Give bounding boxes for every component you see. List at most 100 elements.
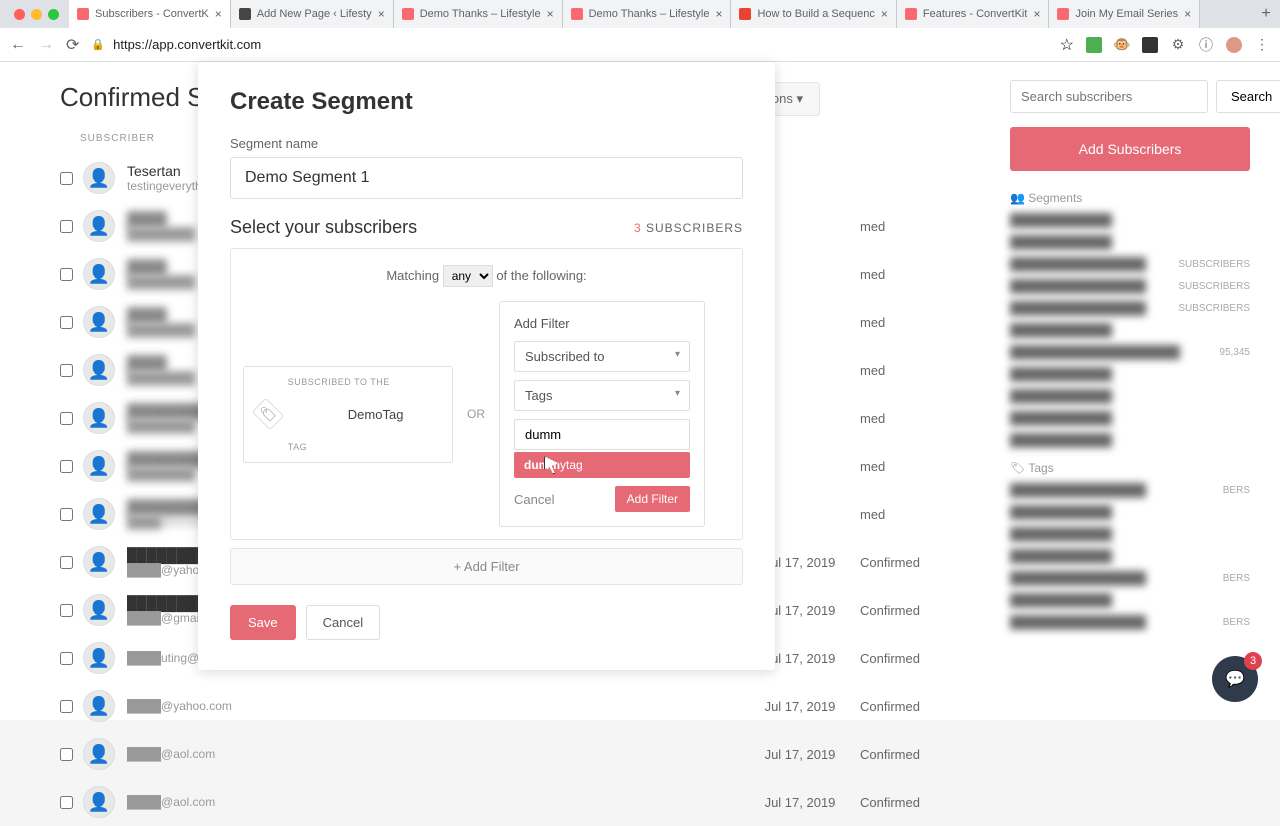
tab-title: Demo Thanks – Lifestyle bbox=[589, 8, 710, 20]
subscriber-status: med bbox=[860, 315, 960, 330]
search-input[interactable] bbox=[1010, 80, 1208, 113]
browser-tab[interactable]: How to Build a Sequenc × bbox=[731, 0, 896, 28]
reload-icon[interactable]: ⟳ bbox=[66, 35, 79, 55]
popover-cancel-button[interactable]: Cancel bbox=[514, 492, 554, 507]
browser-tab-strip: Subscribers - ConvertK×Add New Page ‹ Li… bbox=[0, 0, 1280, 28]
table-row[interactable]: 👤████@yahoo.comJul 17, 2019Confirmed bbox=[60, 682, 960, 730]
star-icon[interactable]: ☆ bbox=[1060, 35, 1074, 55]
avatar-icon: 👤 bbox=[83, 594, 115, 626]
subscriber-status: med bbox=[860, 363, 960, 378]
row-checkbox[interactable] bbox=[60, 220, 73, 233]
search-button[interactable]: Search bbox=[1216, 80, 1280, 113]
favicon-icon bbox=[239, 8, 251, 20]
row-checkbox[interactable] bbox=[60, 316, 73, 329]
segment-name-input[interactable] bbox=[230, 157, 743, 199]
row-checkbox[interactable] bbox=[60, 268, 73, 281]
add-filter-bar[interactable]: + Add Filter bbox=[230, 548, 743, 585]
chevron-down-icon: ▾ bbox=[796, 91, 803, 106]
subscriber-date: Jul 17, 2019 bbox=[740, 747, 860, 762]
row-checkbox[interactable] bbox=[60, 796, 73, 809]
close-tab-icon[interactable]: × bbox=[378, 7, 385, 21]
right-sidebar: Search Add Subscribers 👥 Segments ██████… bbox=[1000, 62, 1280, 720]
subscriber-count: 3 SUBSCRIBERS bbox=[634, 221, 743, 235]
close-tab-icon[interactable]: × bbox=[1184, 7, 1191, 21]
browser-tab[interactable]: Demo Thanks – Lifestyle × bbox=[394, 0, 563, 28]
minimize-window-icon[interactable] bbox=[31, 9, 42, 20]
subscriber-status: med bbox=[860, 459, 960, 474]
menu-icon[interactable]: ⋮ bbox=[1254, 37, 1270, 53]
popover-title: Add Filter bbox=[514, 316, 690, 331]
table-row[interactable]: 👤████@aol.comJul 17, 2019Confirmed bbox=[60, 778, 960, 826]
subscriber-status: med bbox=[860, 219, 960, 234]
row-checkbox[interactable] bbox=[60, 172, 73, 185]
tab-title: Demo Thanks – Lifestyle bbox=[420, 8, 541, 20]
save-button[interactable]: Save bbox=[230, 605, 296, 640]
row-checkbox[interactable] bbox=[60, 700, 73, 713]
subscriber-status: med bbox=[860, 267, 960, 282]
subscriber-status: Confirmed bbox=[860, 699, 960, 714]
cancel-button[interactable]: Cancel bbox=[306, 605, 380, 640]
ext-icon-3[interactable] bbox=[1142, 37, 1158, 53]
popover-add-filter-button[interactable]: Add Filter bbox=[615, 486, 690, 512]
chat-widget[interactable]: 💬3 bbox=[1212, 656, 1258, 702]
nav-back-icon[interactable]: ← bbox=[10, 36, 26, 54]
tab-title: Subscribers - ConvertK bbox=[95, 8, 209, 20]
avatar-icon: 👤 bbox=[83, 354, 115, 386]
profile-avatar-icon[interactable] bbox=[1226, 37, 1242, 53]
autocomplete-option[interactable]: dummytag bbox=[514, 452, 690, 478]
window-controls bbox=[4, 0, 69, 28]
filter-search-input[interactable] bbox=[514, 419, 690, 450]
url-field[interactable]: 🔒 https://app.convertkit.com bbox=[91, 37, 1047, 52]
subscriber-date: Jul 17, 2019 bbox=[740, 795, 860, 810]
ext-icon-5[interactable]: ⓘ bbox=[1198, 37, 1214, 53]
maximize-window-icon[interactable] bbox=[48, 9, 59, 20]
close-tab-icon[interactable]: × bbox=[215, 7, 222, 21]
filter-type-select[interactable]: Subscribed to bbox=[514, 341, 690, 372]
filter-chip-demotag[interactable]: 🏷 SUBSCRIBED TO THE DemoTag TAG bbox=[243, 366, 453, 463]
row-checkbox[interactable] bbox=[60, 460, 73, 473]
matching-row: Matching any of the following: bbox=[243, 261, 730, 301]
table-row[interactable]: 👤████@aol.comJul 17, 2019Confirmed bbox=[60, 730, 960, 778]
favicon-icon bbox=[905, 8, 917, 20]
avatar-icon: 👤 bbox=[83, 546, 115, 578]
new-tab-button[interactable]: + bbox=[1252, 0, 1280, 28]
tab-title: How to Build a Sequenc bbox=[757, 8, 874, 20]
row-checkbox[interactable] bbox=[60, 412, 73, 425]
browser-tab[interactable]: Join My Email Series× bbox=[1049, 0, 1200, 28]
row-checkbox[interactable] bbox=[60, 748, 73, 761]
modal-title: Create Segment bbox=[230, 88, 743, 116]
row-checkbox[interactable] bbox=[60, 556, 73, 569]
close-tab-icon[interactable]: × bbox=[715, 7, 722, 21]
close-tab-icon[interactable]: × bbox=[1033, 7, 1040, 21]
row-checkbox[interactable] bbox=[60, 604, 73, 617]
chat-badge: 3 bbox=[1244, 652, 1262, 670]
row-checkbox[interactable] bbox=[60, 364, 73, 377]
address-bar: ← → ⟳ 🔒 https://app.convertkit.com ☆ 🐵 ⚙… bbox=[0, 28, 1280, 62]
segment-name-label: Segment name bbox=[230, 136, 743, 151]
row-checkbox[interactable] bbox=[60, 508, 73, 521]
subscriber-status: Confirmed bbox=[860, 603, 960, 618]
browser-tab[interactable]: Add New Page ‹ Lifesty× bbox=[231, 0, 394, 28]
ext-icon-4[interactable]: ⚙ bbox=[1170, 37, 1186, 53]
segments-block: 👥 Segments ████████████ ████████████ ███… bbox=[1010, 191, 1250, 447]
matching-select[interactable]: any bbox=[443, 265, 493, 287]
ext-icon-2[interactable]: 🐵 bbox=[1114, 37, 1130, 53]
browser-tab[interactable]: Features - ConvertKit × bbox=[897, 0, 1050, 28]
nav-forward-icon[interactable]: → bbox=[38, 36, 54, 54]
row-checkbox[interactable] bbox=[60, 652, 73, 665]
avatar-icon: 👤 bbox=[83, 738, 115, 770]
close-tab-icon[interactable]: × bbox=[881, 7, 888, 21]
browser-tab[interactable]: Subscribers - ConvertK × bbox=[69, 0, 231, 28]
add-subscribers-button[interactable]: Add Subscribers bbox=[1010, 127, 1250, 171]
close-window-icon[interactable] bbox=[14, 9, 25, 20]
browser-tab[interactable]: Demo Thanks – Lifestyle × bbox=[563, 0, 732, 28]
tags-icon: 🏷 Tags bbox=[1010, 461, 1250, 475]
avatar-icon: 👤 bbox=[83, 786, 115, 818]
filter-container: Matching any of the following: 🏷 SUBSCRI… bbox=[230, 248, 743, 540]
filter-target-select[interactable]: Tags bbox=[514, 380, 690, 411]
ext-icon-1[interactable] bbox=[1086, 37, 1102, 53]
avatar-icon: 👤 bbox=[83, 210, 115, 242]
avatar-icon: 👤 bbox=[83, 642, 115, 674]
close-tab-icon[interactable]: × bbox=[547, 7, 554, 21]
tab-title: Features - ConvertKit bbox=[923, 8, 1028, 20]
